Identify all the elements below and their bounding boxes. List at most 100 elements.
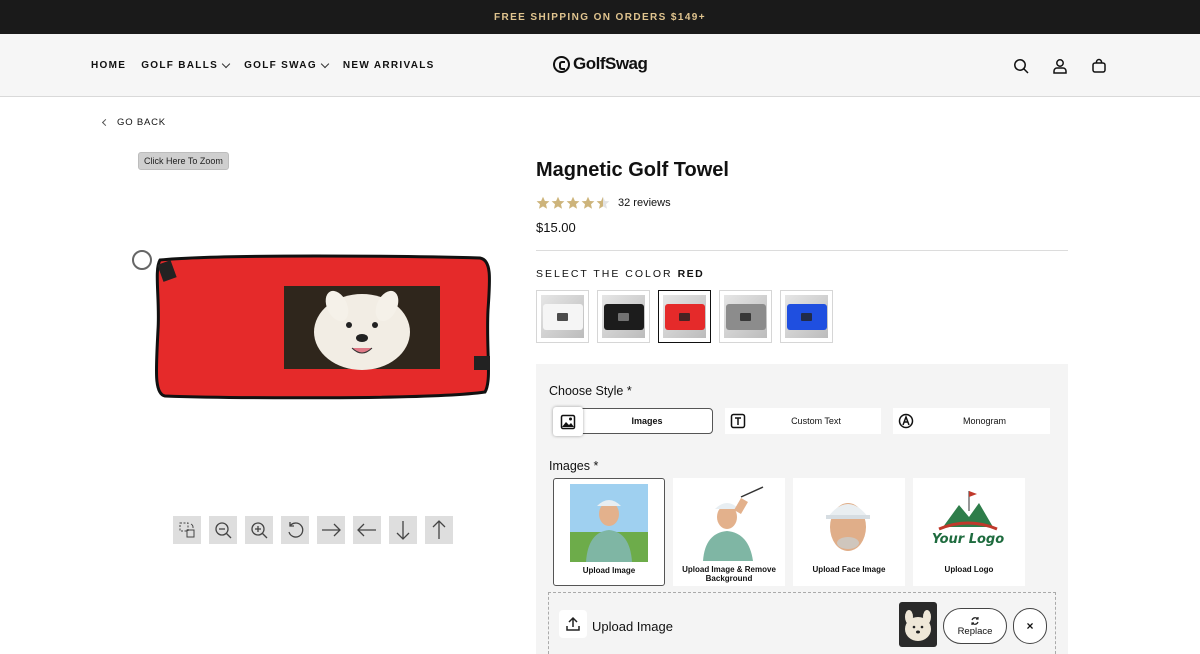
nav-golf-swag[interactable]: GOLF SWAG: [244, 59, 330, 71]
star-rating: [536, 196, 610, 210]
style-images-button[interactable]: Images: [553, 407, 713, 436]
selected-color: RED: [677, 268, 705, 280]
site-logo[interactable]: GolfSwag: [553, 54, 648, 74]
replace-button[interactable]: Replace: [943, 608, 1007, 644]
color-swatch[interactable]: [719, 290, 772, 343]
logo-sample-text: Your Logo: [932, 532, 1004, 547]
swatch-image: [724, 295, 767, 338]
upload-icon: [559, 610, 587, 638]
nav-new-arrivals-label: NEW ARRIVALS: [342, 60, 435, 71]
image-icon: [553, 407, 583, 436]
zoom-out-icon[interactable]: [209, 516, 237, 544]
search-icon[interactable]: [1011, 56, 1030, 75]
swatch-image: [541, 295, 584, 338]
zoom-hint-label: Click Here To Zoom: [144, 156, 223, 166]
upload-image-caption: Upload Image: [582, 566, 636, 575]
product-title: Magnetic Golf Towel: [536, 159, 729, 181]
monogram-icon: [893, 408, 919, 434]
face-cutout-icon: [826, 503, 870, 551]
upload-image-option[interactable]: Upload Image: [553, 478, 665, 586]
golfer-cutout-icon: [703, 486, 764, 561]
color-swatch[interactable]: [658, 290, 711, 343]
star-icon: [581, 196, 595, 209]
uploaded-thumbnail: [899, 602, 937, 647]
nav-new-arrivals[interactable]: NEW ARRIVALS: [343, 60, 435, 71]
product-details: Magnetic Golf Towel 32 reviews $15.00 SE…: [536, 155, 1068, 343]
review-count: 32 reviews: [618, 197, 671, 209]
product-image[interactable]: [130, 250, 495, 400]
towel-mini-icon: [664, 303, 705, 330]
star-icon: [566, 196, 580, 209]
nav-golf-balls-label: GOLF BALLS: [141, 60, 219, 71]
choose-style-label: Choose Style *: [549, 384, 632, 398]
arrow-up-icon[interactable]: [425, 516, 453, 544]
site-header: HOME GOLF BALLS GOLF SWAG NEW ARRIVALS G…: [0, 34, 1200, 97]
chevron-down-icon: [320, 59, 330, 69]
star-icon: [551, 196, 565, 209]
color-label: SELECT THE COLOR RED: [536, 268, 1068, 280]
towel-mini-icon: [542, 303, 583, 330]
style-options: Images Custom Text Monogram: [553, 407, 1050, 436]
color-label-text: SELECT THE COLOR: [536, 268, 673, 280]
upload-face-option[interactable]: Upload Face Image: [793, 478, 905, 586]
image-toolbar: [173, 516, 453, 544]
arrow-right-icon[interactable]: [317, 516, 345, 544]
logo-text: GolfSwag: [573, 54, 648, 73]
color-swatch[interactable]: [536, 290, 589, 343]
remove-image-button[interactable]: ×: [1013, 608, 1047, 644]
upload-face-caption: Upload Face Image: [812, 565, 886, 574]
upload-logo-option[interactable]: Your Logo Upload Logo: [913, 478, 1025, 586]
go-back-label: GO BACK: [117, 117, 166, 128]
crop-toggle-icon[interactable]: [173, 516, 201, 544]
nav-home-label: HOME: [91, 60, 127, 71]
image-options: Upload Image Upload Image & Remove Backg…: [553, 478, 1025, 586]
color-swatch[interactable]: [780, 290, 833, 343]
announcement-bar: FREE SHIPPING ON ORDERS $149+: [0, 0, 1200, 34]
golfer-photo-icon: [570, 484, 648, 562]
style-monogram-button[interactable]: Monogram: [893, 408, 1050, 434]
swatch-image: [663, 295, 706, 338]
rotate-icon[interactable]: [281, 516, 309, 544]
towel-mini-icon: [786, 303, 827, 330]
style-monogram-label: Monogram: [962, 416, 1007, 426]
account-icon[interactable]: [1050, 56, 1069, 75]
color-swatches: [536, 290, 1068, 343]
upload-dropzone[interactable]: Upload Image Replace ×: [548, 592, 1056, 654]
main-nav: HOME GOLF BALLS GOLF SWAG NEW ARRIVALS: [91, 34, 435, 97]
header-actions: [1011, 56, 1108, 75]
upload-logo-caption: Upload Logo: [944, 565, 994, 574]
arrow-down-icon[interactable]: [389, 516, 417, 544]
towel-mini-icon: [725, 303, 766, 330]
close-icon: ×: [1026, 619, 1034, 633]
zoom-hint-button[interactable]: Click Here To Zoom: [138, 152, 229, 170]
announcement-text: FREE SHIPPING ON ORDERS $149+: [493, 11, 707, 23]
swatch-image: [602, 295, 645, 338]
star-half-icon: [596, 196, 610, 209]
towel-mini-icon: [603, 303, 644, 330]
remove-background-caption: Upload Image & Remove Background: [682, 565, 776, 583]
product-rating[interactable]: 32 reviews: [536, 196, 1068, 210]
logo-sample-icon: Your Logo: [932, 491, 1004, 547]
replace-label: Replace: [957, 625, 993, 637]
cart-icon[interactable]: [1089, 56, 1108, 75]
chevron-left-icon: [101, 118, 110, 127]
product-price: $15.00: [536, 220, 576, 235]
remove-background-option[interactable]: Upload Image & Remove Background: [673, 478, 785, 586]
text-icon: [725, 408, 751, 434]
chevron-down-icon: [221, 59, 231, 69]
nav-golf-swag-label: GOLF SWAG: [244, 60, 317, 71]
personalization-panel: Choose Style * Images Custom Text Monogr…: [536, 364, 1068, 654]
zoom-in-icon[interactable]: [245, 516, 273, 544]
star-icon: [536, 196, 550, 209]
color-swatch[interactable]: [597, 290, 650, 343]
divider: [536, 250, 1068, 251]
nav-home[interactable]: HOME: [91, 60, 126, 71]
upload-label: Upload Image: [592, 619, 673, 634]
nav-golf-balls[interactable]: GOLF BALLS: [141, 59, 231, 71]
style-custom-text-label: Custom Text: [791, 416, 841, 426]
logo-icon: [553, 55, 570, 73]
go-back-link[interactable]: GO BACK: [101, 117, 166, 128]
style-custom-text-button[interactable]: Custom Text: [725, 408, 881, 434]
arrow-left-icon[interactable]: [353, 516, 381, 544]
swatch-image: [785, 295, 828, 338]
